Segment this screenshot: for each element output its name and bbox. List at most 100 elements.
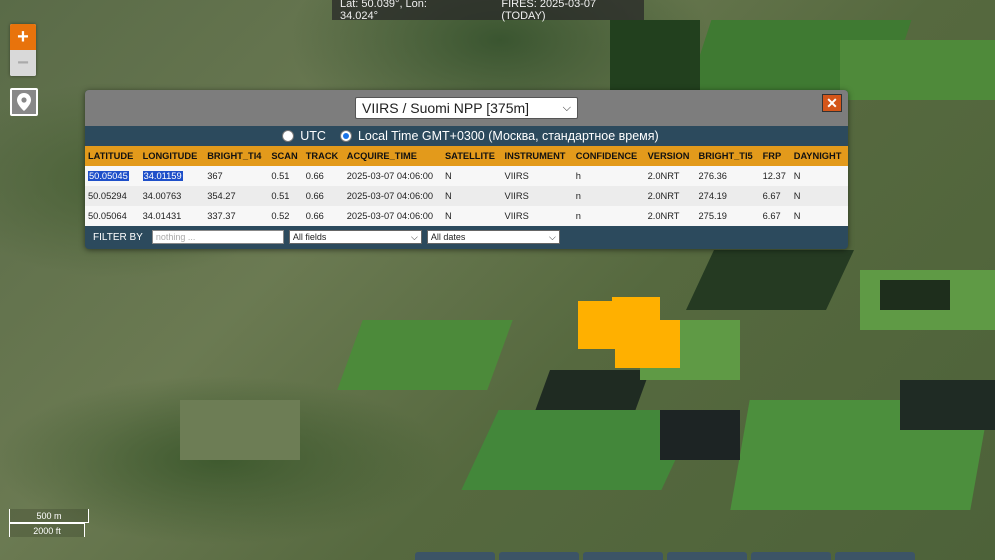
cell-value: N — [444, 171, 452, 181]
table-cell: N — [441, 186, 502, 206]
zoom-out-button[interactable]: − — [10, 50, 36, 76]
chevron-down-icon: ⌵ — [562, 101, 571, 114]
filter-label: FILTER BY — [93, 231, 143, 243]
local-time-label: Local Time GMT+0300 (Москва, стандартное… — [357, 129, 659, 143]
table-cell: 337.37 — [204, 206, 269, 226]
column-header[interactable]: LATITUDE — [85, 146, 140, 166]
map-field — [660, 410, 740, 460]
map-field — [337, 320, 513, 390]
column-header[interactable]: TRACK — [302, 146, 344, 166]
zoom-in-button[interactable]: + — [10, 24, 36, 50]
cell-value: 6.67 — [762, 211, 781, 221]
fire-hotspot[interactable] — [615, 320, 680, 368]
cell-value: n — [575, 191, 581, 201]
table-row[interactable]: 50.05045 34.01159 367 0.51 0.66 2025-03-07 04… — [85, 166, 848, 186]
toolbar-tab[interactable] — [751, 552, 831, 560]
column-header[interactable]: BRIGHT_TI4 — [204, 146, 269, 166]
column-header[interactable]: ACQUIRE_TIME — [343, 146, 442, 166]
toolbar-tab[interactable] — [415, 552, 495, 560]
local-time-radio[interactable] — [339, 130, 352, 142]
column-header[interactable]: SCAN — [268, 146, 303, 166]
cell-value: N — [444, 211, 452, 221]
cell-value: 275.19 — [698, 211, 727, 221]
table-cell: 34.01431 — [139, 206, 205, 226]
utc-radio[interactable] — [282, 130, 295, 142]
cell-value: N — [793, 191, 801, 201]
table-row[interactable]: 50.05294 34.00763 354.27 0.51 0.66 2025-03-07… — [85, 186, 848, 206]
fields-select-value: All fields — [292, 232, 327, 242]
table-cell: N — [790, 166, 848, 186]
toolbar-tab[interactable] — [499, 552, 579, 560]
cell-value: 50.05294 — [88, 191, 127, 201]
locate-button[interactable] — [10, 88, 38, 116]
table-cell: 50.05064 — [85, 206, 140, 226]
table-cell: 50.05294 — [85, 186, 140, 206]
table-cell: 0.66 — [302, 206, 344, 226]
cell-value: 274.19 — [698, 191, 727, 201]
column-header[interactable]: INSTRUMENT — [501, 146, 573, 166]
cell-value: 50.05064 — [88, 211, 127, 221]
map-field — [610, 20, 700, 90]
column-header[interactable]: FRP — [759, 146, 791, 166]
satellite-select[interactable]: VIIRS / Suomi NPP [375m] ⌵ — [355, 97, 578, 119]
column-header[interactable]: BRIGHT_TI5 — [695, 146, 760, 166]
map-field — [840, 40, 995, 100]
table-cell: 367 — [204, 166, 269, 186]
cell-value: h — [575, 171, 581, 181]
cell-value: 337.37 — [207, 211, 236, 221]
cell-value: 0.66 — [305, 191, 324, 201]
table-cell: 354.27 — [204, 186, 269, 206]
popup-header: VIIRS / Suomi NPP [375m] ⌵ ✕ — [85, 90, 848, 126]
cell-value: 276.36 — [698, 171, 727, 181]
table-cell: 0.51 — [268, 186, 303, 206]
cell-value: 12.37 — [762, 171, 786, 181]
fields-select[interactable]: All fields ⌵ — [288, 230, 422, 244]
satellite-select-value: VIIRS / Suomi NPP [375m] — [362, 100, 530, 116]
cell-value: 2025-03-07 04:06:00 — [346, 191, 434, 201]
toolbar-tab[interactable] — [583, 552, 663, 560]
cell-value: 0.51 — [271, 191, 290, 201]
cell-value: 2.0NRT — [647, 171, 680, 181]
cell-value: 34.00763 — [142, 191, 182, 201]
chevron-down-icon: ⌵ — [411, 231, 418, 242]
cell-value: 367 — [207, 171, 223, 181]
table-cell: h — [572, 166, 645, 186]
column-header[interactable]: SATELLITE — [441, 146, 502, 166]
column-header[interactable]: VERSION — [644, 146, 696, 166]
table-cell: 2025-03-07 04:06:00 — [343, 186, 442, 206]
fire-data-table: LATITUDE LONGITUDE BRIGHT_TI4 SCAN TRACK ACQU… — [85, 146, 848, 226]
bottom-toolbar — [415, 552, 915, 560]
cell-value: VIIRS — [504, 191, 529, 201]
dates-select[interactable]: All dates ⌵ — [426, 230, 560, 244]
close-button[interactable]: ✕ — [822, 94, 842, 112]
fire-info-popup: VIIRS / Suomi NPP [375m] ⌵ ✕ UTC Local T… — [85, 90, 848, 249]
cell-value: 354.27 — [207, 191, 236, 201]
table-cell: 50.05045 — [85, 166, 140, 186]
table-cell: 275.19 — [695, 206, 760, 226]
filter-input[interactable]: nothing ... — [151, 230, 284, 244]
table-cell: 34.01159 — [139, 166, 205, 186]
table-cell: VIIRS — [501, 206, 573, 226]
cell-value: VIIRS — [504, 211, 529, 221]
satellite-map[interactable] — [0, 0, 995, 560]
table-header-row: LATITUDE LONGITUDE BRIGHT_TI4 SCAN TRACK ACQU… — [85, 146, 848, 166]
fires-date: FIRES: 2025-03-07 (TODAY) — [501, 0, 597, 22]
table-cell: N — [441, 166, 502, 186]
map-pin-icon — [17, 93, 31, 111]
map-field — [880, 280, 950, 310]
column-header[interactable]: LONGITUDE — [139, 146, 205, 166]
cell-value: N — [793, 211, 801, 221]
column-header[interactable]: DAYNIGHT — [790, 146, 848, 166]
toolbar-tab[interactable] — [667, 552, 747, 560]
table-cell: VIIRS — [501, 186, 573, 206]
table-cell: 2.0NRT — [644, 186, 696, 206]
table-cell: N — [790, 186, 848, 206]
table-cell: n — [572, 206, 645, 226]
table-cell: N — [441, 206, 502, 226]
table-row[interactable]: 50.05064 34.01431 337.37 0.52 0.66 2025-03-07… — [85, 206, 848, 226]
scale-imperial: 2000 ft — [9, 523, 85, 537]
chevron-down-icon: ⌵ — [549, 231, 556, 242]
column-header[interactable]: CONFIDENCE — [572, 146, 645, 166]
toolbar-tab[interactable] — [835, 552, 915, 560]
table-cell: 274.19 — [695, 186, 760, 206]
